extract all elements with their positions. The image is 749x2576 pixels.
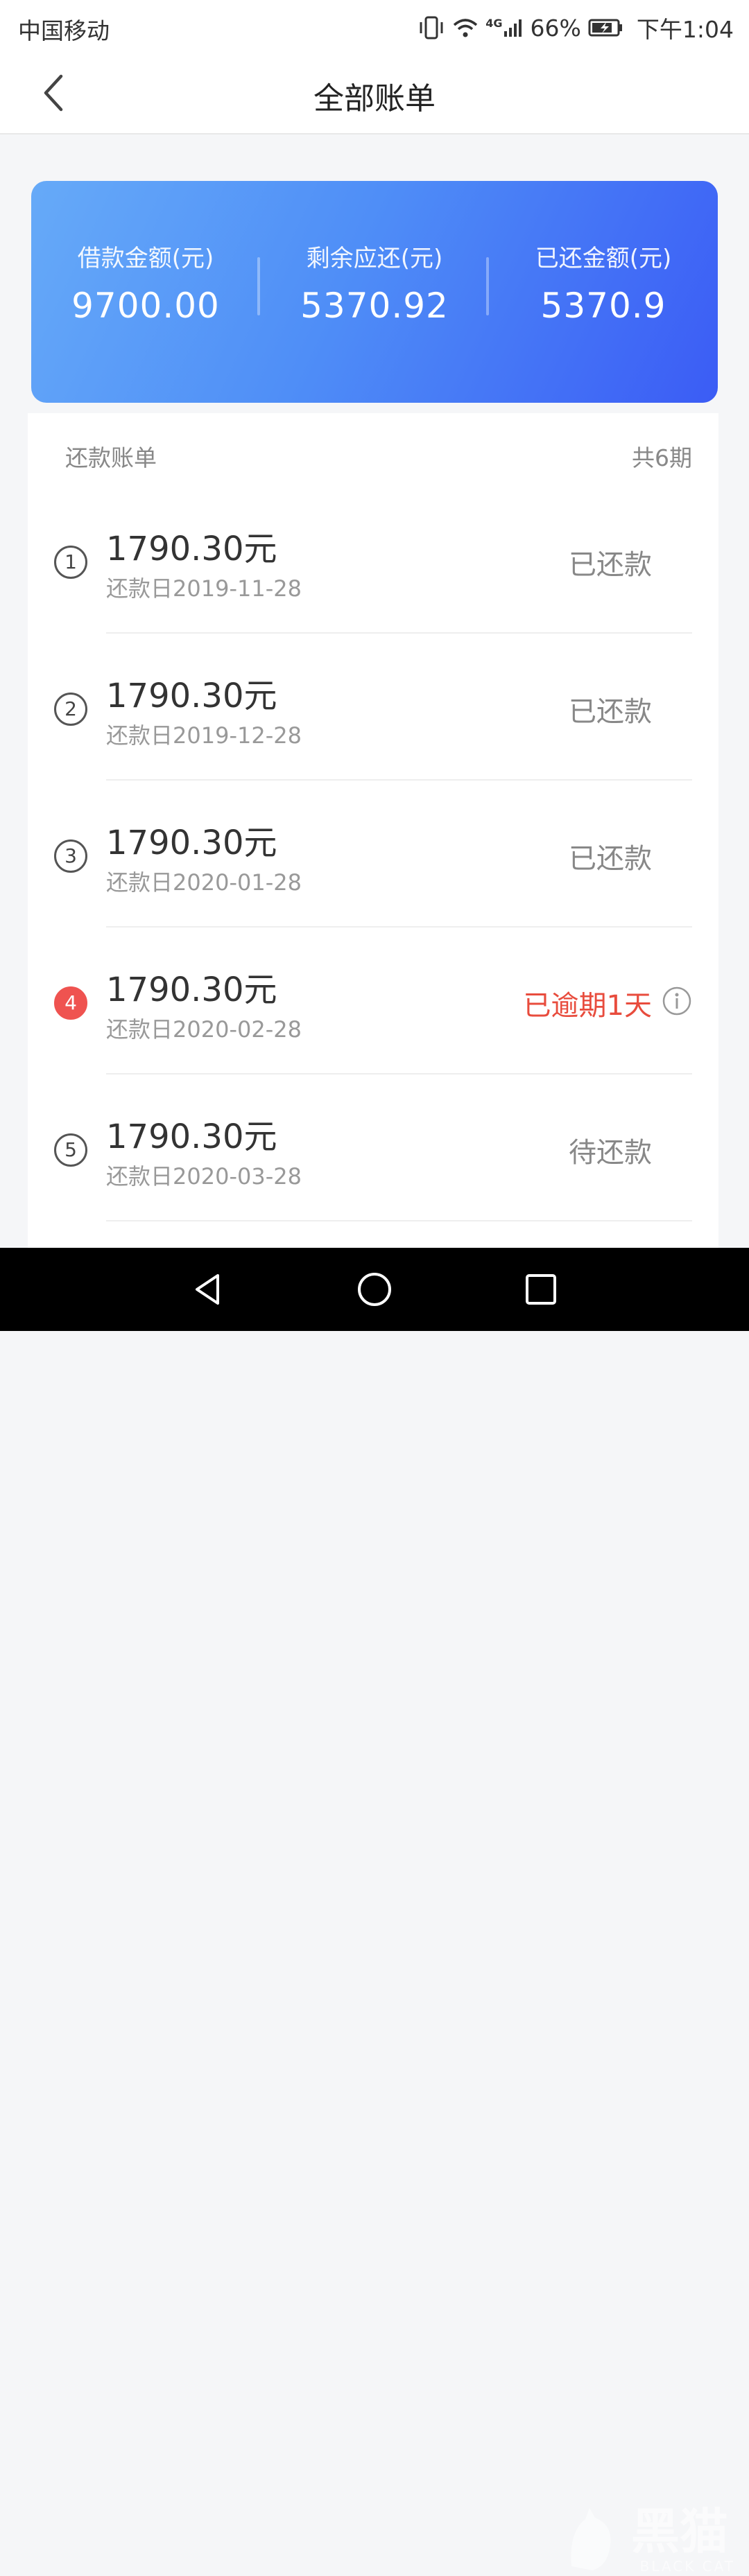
- system-back-icon[interactable]: [187, 1269, 229, 1310]
- repaid-value: 5370.9: [540, 286, 666, 326]
- system-home-icon[interactable]: [354, 1269, 395, 1310]
- bill-amount: 1790.30元: [106, 677, 277, 715]
- status-icons: 4G 66% 下午1:04: [417, 11, 734, 44]
- vibrate-icon: [420, 16, 443, 40]
- page-title: 全部账单: [313, 81, 436, 116]
- wifi-icon: [454, 19, 478, 37]
- system-nav-bar: 黑猫 BLACK CAT: [0, 1248, 749, 2573]
- nav-bar: 全部账单: [0, 53, 749, 134]
- battery-percentage: 66%: [530, 14, 581, 42]
- due-date: 还款日2020-02-28: [106, 1016, 302, 1043]
- system-recents-icon[interactable]: [520, 1269, 562, 1310]
- due-date: 还款日2020-03-28: [106, 1163, 302, 1190]
- loan-amount-label: 借款金额(元): [77, 245, 214, 272]
- bill-amount: 1790.30元: [106, 824, 277, 862]
- due-date: 还款日2020-01-28: [106, 869, 302, 896]
- installment-number: 3: [54, 839, 87, 873]
- installment-count: 共6期: [632, 444, 692, 471]
- bill-section-title: 还款账单: [65, 444, 157, 471]
- loan-amount-stat: 借款金额(元) 9700.00: [31, 239, 260, 326]
- status-bar: 中国移动 4G 66% 下午1:04: [0, 0, 749, 53]
- installment-number: 1: [54, 546, 87, 579]
- bill-row[interactable]: 1 1790.30元 还款日2019-11-28 已还款: [28, 487, 718, 634]
- watermark-subtext: BLACK CAT: [639, 2558, 735, 2575]
- watermark-logo: 黑猫 BLACK CAT: [565, 2501, 745, 2576]
- overdue-status: 已逾期1天: [523, 990, 652, 1022]
- remaining-label: 剩余应还(元): [306, 245, 443, 272]
- row-divider: [106, 1220, 692, 1221]
- repaid-label: 已还金额(元): [535, 245, 672, 272]
- watermark-text: 黑猫: [631, 2503, 728, 2560]
- bill-status: 已还款: [569, 549, 652, 581]
- bill-row-overdue[interactable]: 4 1790.30元 还款日2020-02-28 已逾期1天: [28, 928, 718, 1074]
- installment-number: 5: [54, 1133, 87, 1167]
- due-date: 还款日2019-12-28: [106, 722, 302, 749]
- remaining-stat: 剩余应还(元) 5370.92: [260, 239, 489, 326]
- clock: 下午1:04: [636, 16, 734, 43]
- bill-row[interactable]: 3 1790.30元 还款日2020-01-28 已还款: [28, 781, 718, 928]
- bill-status: 已还款: [569, 843, 652, 875]
- bill-status: 已还款: [569, 696, 652, 728]
- bill-row[interactable]: 2 1790.30元 还款日2019-12-28 已还款: [28, 634, 718, 781]
- carrier-name: 中国移动: [18, 17, 110, 44]
- network-type: 4G: [485, 16, 503, 30]
- bill-row[interactable]: 5 1790.30元 还款日2020-03-28 待还款: [28, 1074, 718, 1221]
- cat-logo-icon: [571, 2508, 611, 2570]
- due-date: 还款日2019-11-28: [106, 575, 302, 602]
- remaining-value: 5370.92: [300, 286, 449, 326]
- installment-number: 2: [54, 693, 87, 726]
- bill-amount: 1790.30元: [106, 530, 277, 568]
- bill-amount: 1790.30元: [106, 1117, 277, 1156]
- installment-number: 4: [54, 986, 87, 1020]
- bill-amount: 1790.30元: [106, 971, 277, 1009]
- bill-list-card: 还款账单 共6期 1 1790.30元 还款日2019-11-28 已还款 2 …: [28, 413, 718, 1252]
- loan-summary-card: 借款金额(元) 9700.00 剩余应还(元) 5370.92 已还金额(元) …: [31, 181, 718, 403]
- battery-charging-icon: [588, 19, 622, 37]
- repaid-stat: 已还金额(元) 5370.9: [489, 239, 718, 326]
- info-icon[interactable]: [662, 986, 692, 1016]
- bill-status: 待还款: [569, 1137, 652, 1169]
- loan-amount-value: 9700.00: [71, 286, 220, 326]
- signal-icon: [503, 19, 522, 37]
